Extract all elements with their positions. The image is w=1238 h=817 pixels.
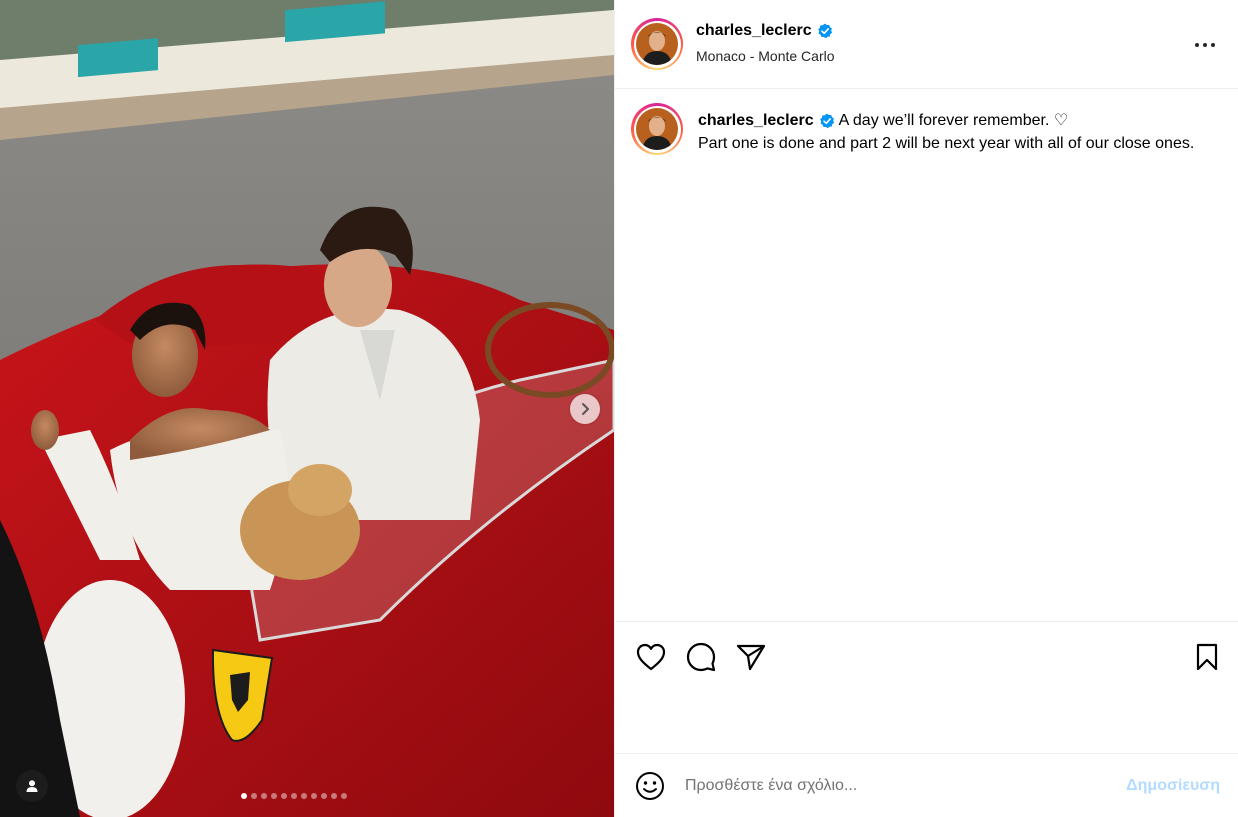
caption-avatar[interactable] bbox=[631, 103, 683, 155]
carousel-dot bbox=[271, 793, 277, 799]
share-icon bbox=[736, 644, 766, 671]
carousel-dot bbox=[281, 793, 287, 799]
carousel-dot bbox=[311, 793, 317, 799]
more-options-button[interactable] bbox=[1193, 33, 1217, 57]
comment-icon bbox=[686, 642, 716, 672]
profile-picture bbox=[636, 23, 678, 65]
heart-icon bbox=[636, 643, 666, 671]
profile-picture bbox=[636, 108, 678, 150]
chevron-right-icon bbox=[582, 403, 589, 415]
more-horizontal-icon bbox=[1195, 43, 1215, 47]
comment-input[interactable] bbox=[685, 772, 1105, 800]
username-text: charles_leclerc bbox=[698, 112, 814, 129]
post-details-panel: charles_leclerc Monaco - Monte Carlo cha… bbox=[614, 0, 1238, 817]
share-button[interactable] bbox=[734, 640, 768, 674]
post-actions bbox=[615, 621, 1238, 754]
caption-username[interactable]: charles_leclerc bbox=[698, 109, 835, 132]
carousel-dot bbox=[341, 793, 347, 799]
username-text: charles_leclerc bbox=[696, 22, 812, 39]
caption-text: charles_leclerc A day we’ll forever reme… bbox=[698, 109, 1218, 155]
carousel-dot bbox=[301, 793, 307, 799]
caption-line-2: Part one is done and part 2 will be next… bbox=[698, 135, 1195, 152]
post-author-username[interactable]: charles_leclerc bbox=[696, 22, 833, 40]
avatar[interactable] bbox=[631, 18, 683, 70]
post-comment-button[interactable]: Δημοσίευση bbox=[1126, 777, 1220, 795]
post-location[interactable]: Monaco - Monte Carlo bbox=[696, 48, 835, 64]
comment-button[interactable] bbox=[684, 640, 718, 674]
verified-badge-icon bbox=[819, 113, 834, 128]
post-header: charles_leclerc Monaco - Monte Carlo bbox=[615, 0, 1238, 89]
carousel-indicator bbox=[241, 793, 347, 799]
verified-badge-icon bbox=[817, 23, 832, 39]
save-button[interactable] bbox=[1190, 640, 1224, 674]
bookmark-icon bbox=[1196, 643, 1218, 671]
post-media[interactable] bbox=[0, 0, 614, 817]
emoji-icon bbox=[636, 772, 664, 800]
carousel-dot bbox=[331, 793, 337, 799]
post-photo bbox=[0, 0, 614, 817]
carousel-dot bbox=[291, 793, 297, 799]
tagged-users-button[interactable] bbox=[16, 770, 48, 802]
emoji-button[interactable] bbox=[634, 770, 666, 802]
comment-composer: Δημοσίευση bbox=[615, 755, 1238, 817]
caption-line-1: A day we’ll forever remember. ♡ bbox=[838, 112, 1069, 129]
carousel-dot bbox=[241, 793, 247, 799]
carousel-dot bbox=[321, 793, 327, 799]
carousel-next-button[interactable] bbox=[570, 394, 600, 424]
carousel-dot bbox=[251, 793, 257, 799]
carousel-dot bbox=[261, 793, 267, 799]
user-icon bbox=[26, 780, 38, 792]
like-button[interactable] bbox=[634, 640, 668, 674]
